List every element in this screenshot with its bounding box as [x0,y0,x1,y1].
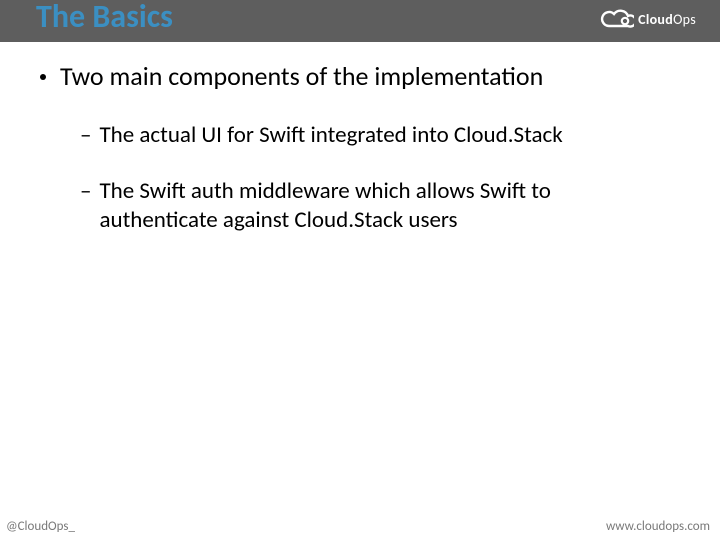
header-bar: The Basics CloudOps [0,0,720,42]
main-bullet-text: Two main components of the implementatio… [60,60,543,93]
bullet-dash-icon: – [80,121,91,150]
brand-text: CloudOps [638,11,696,28]
brand-text-bold: Cloud [638,11,673,28]
footer-url: www.cloudops.com [606,519,710,534]
sub-bullet: – The actual UI for Swift integrated int… [80,121,672,150]
bullet-dash-icon: – [80,177,91,206]
main-bullet: Two main components of the implementatio… [40,60,672,93]
cloud-ops-icon [600,8,634,30]
sub-bullet-text: The actual UI for Swift integrated into … [99,121,562,150]
brand-text-thin: Ops [673,11,696,28]
footer-handle: @CloudOps_ [6,519,75,534]
brand-logo: CloudOps [600,8,696,30]
slide-content: Two main components of the implementatio… [40,60,672,262]
sub-bullet: – The Swift auth middleware which allows… [80,177,672,236]
sub-bullet-text: The Swift auth middleware which allows S… [99,177,672,236]
bullet-dot-icon [40,74,46,80]
slide-title: The Basics [36,0,173,36]
